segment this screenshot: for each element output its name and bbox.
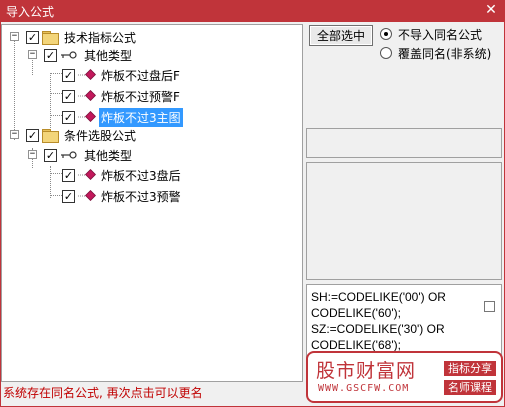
radio-overwrite[interactable]: 覆盖同名(非系统) bbox=[380, 45, 491, 61]
tree-node-label: 技术指标公式 bbox=[64, 30, 137, 45]
tree-checkbox[interactable]: ✓ bbox=[62, 189, 75, 203]
tree-line bbox=[50, 93, 62, 94]
tree-node-label: 其他类型 bbox=[84, 48, 133, 63]
tree-line bbox=[50, 115, 62, 116]
radio-button[interactable] bbox=[380, 47, 392, 59]
tree-checkbox[interactable]: ✓ bbox=[44, 148, 57, 162]
tree-checkbox[interactable]: ✓ bbox=[44, 48, 57, 62]
formula-description-area[interactable] bbox=[306, 162, 502, 280]
radio-label: 覆盖同名(非系统) bbox=[398, 46, 492, 61]
tree-node-label: 炸板不过3预警 bbox=[101, 189, 181, 204]
tree-checkbox[interactable]: ✓ bbox=[62, 68, 75, 82]
tree-checkbox[interactable]: ✓ bbox=[62, 168, 75, 182]
formula-tree[interactable]: − ✓ 技术指标公式 − ✓ 其他类型 ✓ 炸板不过盘后F ✓ 炸板不过预警F bbox=[1, 24, 303, 382]
code-line: SH:=CODELIKE('00') OR bbox=[311, 290, 446, 304]
collapse-toggle[interactable]: − bbox=[28, 50, 37, 59]
watermark-title: 股市财富网 bbox=[316, 360, 417, 382]
window-title: 导入公式 bbox=[6, 4, 55, 19]
formula-name-field[interactable] bbox=[306, 128, 502, 158]
watermark-url: WWW.GSCFW.COM bbox=[318, 383, 410, 394]
collapse-toggle[interactable]: − bbox=[10, 130, 19, 139]
tree-checkbox[interactable]: ✓ bbox=[26, 128, 39, 142]
code-line: SZ:=CODELIKE('30') OR bbox=[311, 322, 445, 336]
close-icon[interactable]: ✕ bbox=[483, 2, 499, 18]
tree-node-formula[interactable]: ✓ 炸板不过盘后F bbox=[62, 66, 182, 84]
folder-icon bbox=[42, 129, 59, 143]
formula-icon bbox=[78, 168, 97, 181]
formula-icon bbox=[78, 68, 97, 81]
tree-node-label: 炸板不过盘后F bbox=[101, 68, 180, 83]
tree-node-formula[interactable]: ✓ 炸板不过3预警 bbox=[62, 187, 183, 205]
code-option-checkbox[interactable] bbox=[484, 301, 495, 312]
radio-no-import[interactable]: 不导入同名公式 bbox=[380, 26, 482, 42]
tree-node-label: 条件选股公式 bbox=[64, 128, 137, 143]
collapse-toggle[interactable]: − bbox=[10, 32, 19, 41]
key-icon bbox=[60, 150, 78, 160]
tree-line bbox=[50, 73, 51, 128]
tree-node-condition-formulas[interactable]: − ✓ 条件选股公式 bbox=[10, 126, 138, 144]
formula-icon bbox=[78, 89, 97, 102]
tree-node-label: 其他类型 bbox=[84, 148, 133, 163]
tree-node-formula-selected[interactable]: ✓ 炸板不过3主图 bbox=[62, 107, 183, 127]
key-icon bbox=[60, 50, 78, 60]
tree-line bbox=[50, 173, 62, 174]
tree-checkbox[interactable]: ✓ bbox=[26, 30, 39, 44]
title-bar: 导入公式 ✕ bbox=[0, 0, 505, 22]
tree-node-label: 炸板不过预警F bbox=[101, 89, 180, 104]
tree-node-formula[interactable]: ✓ 炸板不过3盘后 bbox=[62, 166, 183, 184]
tree-node-label: 炸板不过3主图 bbox=[99, 107, 183, 127]
tree-line bbox=[50, 166, 51, 198]
formula-icon bbox=[78, 189, 97, 202]
tree-checkbox[interactable]: ✓ bbox=[62, 110, 75, 124]
watermark-logo: 股市财富网 WWW.GSCFW.COM 指标分享 名师课程 bbox=[306, 351, 503, 403]
code-line: CODELIKE('60'); bbox=[311, 306, 401, 320]
collapse-toggle[interactable]: − bbox=[28, 150, 37, 159]
radio-button-selected[interactable] bbox=[380, 28, 392, 40]
tree-node-other-type[interactable]: − ✓ 其他类型 bbox=[28, 46, 134, 64]
select-all-button[interactable]: 全部选中 bbox=[309, 25, 373, 46]
tree-line bbox=[50, 195, 62, 196]
formula-icon bbox=[78, 110, 97, 123]
tree-node-tech-formulas[interactable]: − ✓ 技术指标公式 bbox=[10, 28, 138, 46]
tree-line bbox=[14, 38, 15, 140]
tree-checkbox[interactable]: ✓ bbox=[62, 89, 75, 103]
tree-node-label: 炸板不过3盘后 bbox=[101, 168, 181, 183]
tree-line bbox=[50, 73, 62, 74]
tree-node-formula[interactable]: ✓ 炸板不过预警F bbox=[62, 87, 182, 105]
radio-label: 不导入同名公式 bbox=[398, 27, 483, 42]
status-message: 系统存在同名公式, 再次点击可以更名 bbox=[3, 386, 203, 400]
watermark-tag: 名师课程 bbox=[444, 380, 496, 395]
watermark-tag: 指标分享 bbox=[444, 361, 496, 376]
tree-node-other-type[interactable]: − ✓ 其他类型 bbox=[28, 146, 134, 164]
folder-icon bbox=[42, 31, 59, 45]
